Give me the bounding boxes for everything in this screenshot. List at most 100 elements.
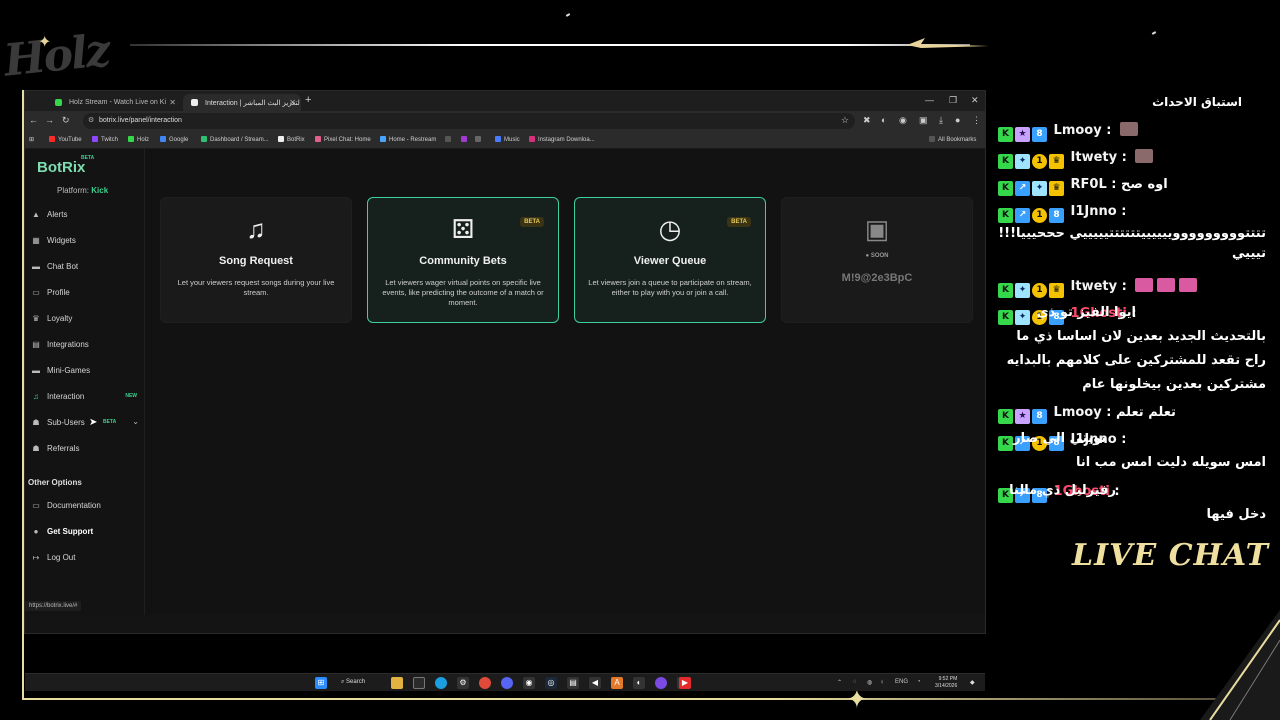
tab-interaction[interactable]: Interaction | لتعزيز البث المباشر ✕: [183, 94, 301, 111]
music-note-icon: ♫: [246, 214, 266, 244]
tray-chevron-icon[interactable]: ⌃: [837, 679, 842, 686]
tray-icon[interactable]: ◍: [867, 679, 872, 686]
back-icon[interactable]: ←: [29, 115, 38, 125]
close-window-icon[interactable]: ✕: [971, 95, 979, 106]
extensions-puzzle-icon[interactable]: ▣: [919, 115, 928, 126]
extension-icon[interactable]: ◐: [881, 115, 886, 125]
bookmark-instagram[interactable]: Instagram Downloa...: [529, 136, 595, 143]
maximize-icon[interactable]: ❐: [949, 95, 957, 106]
bookmark-holz[interactable]: Holz: [128, 136, 149, 143]
users-icon: ☗: [32, 418, 40, 427]
card-viewer-queue[interactable]: ◷ BETA Viewer Queue Let viewers join a q…: [574, 197, 766, 323]
sidebar-item-get-support[interactable]: ● Get Support: [31, 524, 143, 540]
sidebar-item-sub-users[interactable]: ☗ Sub-Users BETA ⌄: [31, 415, 143, 431]
founder-badge-icon: 1: [1032, 154, 1047, 169]
all-bookmarks[interactable]: All Bookmarks: [929, 136, 976, 143]
bookmark-youtube[interactable]: YouTube: [49, 136, 82, 143]
bookmark-pixel-chat[interactable]: Pixel Chat: Home: [315, 136, 371, 143]
app-icon[interactable]: ◀: [589, 677, 601, 689]
store-icon[interactable]: [413, 677, 425, 689]
discord-icon[interactable]: [501, 677, 513, 689]
sidebar-item-integrations[interactable]: ▤ Integrations: [31, 337, 143, 353]
download-icon[interactable]: ⤓: [939, 115, 943, 126]
bookmark-music[interactable]: Music: [495, 136, 520, 143]
edge-icon[interactable]: [435, 677, 447, 689]
start-menu-icon[interactable]: ⊞: [315, 677, 327, 689]
profile-avatar-icon[interactable]: ●: [955, 115, 960, 125]
close-tab-icon[interactable]: ✕: [289, 98, 296, 107]
wifi-volume-icon[interactable]: ◔: [917, 679, 921, 685]
chat-message-text: رفيرليل ذي مالنا دخل فيها: [1009, 483, 1266, 522]
sidebar-item-interaction[interactable]: ♫ Interaction NEW: [31, 389, 143, 405]
help-icon: ●: [33, 527, 39, 536]
botrix-logo[interactable]: BotRix: [37, 159, 85, 176]
forward-icon[interactable]: →: [45, 115, 54, 125]
sidebar-item-mini-games[interactable]: ▬ Mini-Games: [31, 363, 143, 379]
sidebar-item-profile[interactable]: ▭ Profile: [31, 285, 143, 301]
sidebar-item-widgets[interactable]: ▦ Widgets: [31, 233, 143, 249]
tray-icon[interactable]: ◌: [853, 679, 857, 685]
new-badge: NEW: [125, 393, 137, 399]
og-badge-icon: 8: [1032, 127, 1047, 142]
app-icon[interactable]: ▤: [567, 677, 579, 689]
bookmark-restream[interactable]: Home - Restream: [380, 136, 436, 143]
soon-badge: ● SOON: [865, 253, 889, 259]
og-badge-icon: 8: [1049, 208, 1064, 223]
site-info-icon[interactable]: ⚙: [88, 116, 94, 124]
sidebar-item-referrals[interactable]: ☗ Referrals: [31, 441, 143, 457]
bookmark-dashboard[interactable]: Dashboard / Stream...: [201, 136, 269, 143]
new-tab-icon[interactable]: +: [305, 94, 311, 106]
tab-holz-stream[interactable]: Holz Stream - Watch Live on Ki ✕: [47, 94, 181, 111]
system-clock[interactable]: 9:52 PM 3/14/2026: [935, 676, 957, 690]
microphone-icon[interactable]: ♮: [881, 679, 883, 686]
reload-icon[interactable]: ↻: [62, 115, 70, 126]
bookmark-misc-icon[interactable]: [461, 136, 470, 143]
overlay-frame-bottom: [22, 698, 1280, 700]
mouse-cursor-icon: ➤: [89, 417, 98, 428]
bookmark-star-icon[interactable]: ☆: [841, 115, 849, 126]
chrome-icon[interactable]: [479, 677, 491, 689]
card-song-request[interactable]: ♫ Song Request Let your viewers request …: [160, 197, 352, 323]
app-icon[interactable]: A: [611, 677, 623, 689]
app-icon[interactable]: ◐: [633, 677, 645, 689]
tab-title: Interaction | لتعزيز البث المباشر: [205, 100, 300, 107]
bookmark-google[interactable]: Google: [160, 136, 188, 143]
vip-badge-icon: ↗: [1015, 181, 1030, 196]
card-community-bets[interactable]: ⚄ BETA Community Bets Let viewers wager …: [367, 197, 559, 323]
address-bar[interactable]: ⚙ botrix.live/panel/interaction ☆: [83, 113, 855, 129]
sidebar-item-documentation[interactable]: ▭ Documentation: [31, 498, 143, 514]
bookmarks-bar: ⊞ YouTube Twitch Holz Google Dashboard /…: [25, 131, 985, 149]
sidebar-item-log-out[interactable]: ↦ Log Out: [31, 550, 143, 566]
minimize-icon[interactable]: —: [925, 95, 934, 105]
language-indicator[interactable]: ENG: [895, 679, 908, 685]
obs-icon[interactable]: ◉: [523, 677, 535, 689]
sync-icon[interactable]: ◉: [899, 115, 907, 126]
close-tab-icon[interactable]: ✕: [169, 98, 176, 107]
bookmark-misc-icon[interactable]: [475, 136, 484, 143]
app-icon[interactable]: [655, 677, 667, 689]
chat-icon: ▬: [32, 262, 40, 271]
og-badge-icon: 8: [1032, 409, 1047, 424]
menu-dots-icon[interactable]: ⋮: [972, 115, 981, 126]
chat-message: K ↗ 1 8 I1Jnno :: [998, 199, 1266, 225]
file-explorer-icon[interactable]: [391, 677, 403, 689]
sidebar-item-chat-bot[interactable]: ▬ Chat Bot: [31, 259, 143, 275]
chevron-down-icon[interactable]: ⌄: [132, 417, 139, 426]
browser-window: Holz Stream - Watch Live on Ki ✕ Interac…: [24, 90, 986, 691]
bookmark-misc-icon[interactable]: [445, 136, 454, 143]
bookmark-twitch[interactable]: Twitch: [92, 136, 118, 143]
apps-grid-icon[interactable]: ⊞: [29, 136, 34, 143]
youtube-icon[interactable]: ▶: [679, 677, 691, 689]
app-icon[interactable]: ⚙: [457, 677, 469, 689]
card-description: Let your viewers request songs during yo…: [177, 278, 335, 297]
sidebar-item-loyalty[interactable]: ♛ Loyalty: [31, 311, 143, 327]
steam-icon[interactable]: ◎: [545, 677, 557, 689]
bookmark-botrix[interactable]: BotRix: [278, 136, 305, 143]
url-text: botrix.live/panel/interaction: [99, 117, 182, 124]
stream-overlay: Holz ✦ ✦ Holz Stream - Watch Live on Ki …: [0, 0, 1280, 720]
taskbar-search[interactable]: ⌕ Search: [341, 677, 381, 689]
beta-badge: BETA: [520, 217, 544, 227]
sidebar-item-alerts[interactable]: ▲ Alerts: [31, 207, 143, 223]
mute-icon[interactable]: ✖: [863, 115, 871, 126]
notification-icon[interactable]: ◆: [970, 679, 975, 686]
